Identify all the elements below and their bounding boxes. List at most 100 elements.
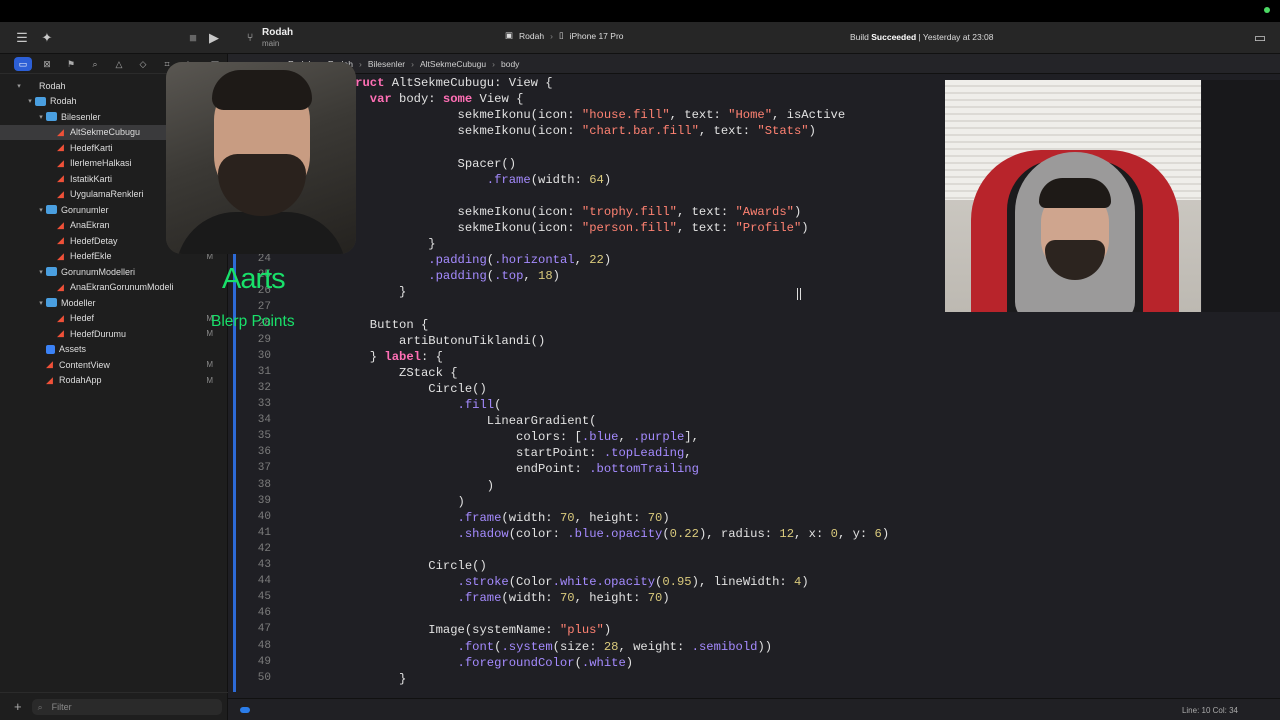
run-destination-device[interactable]: iPhone 17 Pro [570, 31, 624, 41]
navigator-item-label: AnaEkran [70, 220, 110, 231]
facecam-overlay [166, 62, 356, 254]
run-destination-app[interactable]: Rodah [519, 31, 544, 41]
code-line: 49 .foregroundColor(.white) [228, 656, 1280, 672]
jump-bar-item[interactable]: body [501, 59, 519, 69]
disclosure-triangle-icon[interactable]: ▾ [25, 97, 35, 105]
inspector-toggle-icon[interactable]: ▭ [1250, 28, 1270, 48]
code-line: 31 ZStack { [228, 366, 1280, 382]
code-line: 48 .font(.system(size: 28, weight: .semi… [228, 640, 1280, 656]
code-text[interactable]: LinearGradient( [282, 414, 597, 428]
code-text[interactable]: .padding(.horizontal, 22) [282, 253, 611, 267]
code-text[interactable]: } label: { [282, 350, 443, 364]
code-text[interactable]: ) [282, 479, 494, 493]
navigator-item[interactable]: ◢ Hedef M [0, 311, 227, 327]
code-text[interactable]: startPoint: .topLeading, [282, 446, 692, 460]
code-text[interactable]: .shadow(color: .blue.opacity(0.22), radi… [282, 527, 890, 541]
code-text[interactable]: sekmeIkonu(icon: "trophy.fill", text: "A… [282, 205, 802, 219]
code-text[interactable]: endPoint: .bottomTrailing [282, 462, 699, 476]
build-status-prefix: Build [850, 32, 872, 42]
navigator-item-label: RodahApp [59, 375, 102, 386]
code-line: 34 LinearGradient( [228, 414, 1280, 430]
code-text[interactable]: sekmeIkonu(icon: "person.fill", text: "P… [282, 221, 809, 235]
editor-minimap-area [1202, 80, 1280, 312]
editor-status-bar: Line: 10 Col: 34 [228, 698, 1280, 720]
folder-icon [46, 112, 57, 122]
navigator-item[interactable]: ◢ HedefDurumu M [0, 326, 227, 342]
add-file-icon[interactable]: + [14, 699, 22, 714]
code-line: 47 Image(systemName: "plus") [228, 623, 1280, 639]
disclosure-triangle-icon[interactable]: ▾ [14, 82, 24, 90]
code-text[interactable]: .foregroundColor(.white) [282, 656, 634, 670]
line-number: 43 [257, 559, 271, 571]
sidebar-toggle-icon[interactable]: ☰ [12, 28, 32, 48]
chevron-right-icon: › [358, 58, 362, 69]
line-number: 46 [257, 607, 271, 620]
code-text[interactable]: Circle() [282, 382, 487, 396]
code-text[interactable]: Image(systemName: "plus") [282, 623, 611, 637]
line-number: 49 [257, 655, 271, 668]
code-text[interactable]: artiButonuTiklandi() [282, 334, 545, 348]
code-text[interactable]: sekmeIkonu(icon: "house.fill", text: "Ho… [282, 108, 846, 122]
code-text[interactable]: .stroke(Color.white.opacity(0.95), lineW… [282, 575, 809, 589]
navigator-item-label: IstatikKarti [70, 173, 113, 184]
code-text[interactable]: colors: [.blue, .purple], [282, 430, 699, 444]
code-text[interactable]: .padding(.top, 18) [282, 269, 560, 283]
run-icon[interactable]: ▶ [204, 28, 224, 48]
navigator-item[interactable]: ◢ RodahApp M [0, 373, 227, 389]
issues-tab-icon[interactable]: △ [110, 57, 128, 71]
navigator-item-label: Modeller [61, 297, 96, 308]
line-number: 50 [257, 671, 271, 684]
chevron-right-icon: › [550, 30, 553, 41]
jump-bar-item[interactable]: Bilesenler [368, 59, 405, 69]
source-control-tab-icon[interactable]: ⊠ [38, 57, 56, 71]
code-text[interactable]: } [282, 672, 406, 686]
code-line: 28 Button { [228, 318, 1280, 334]
disclosure-triangle-icon[interactable]: ▾ [36, 113, 46, 121]
navigator-item[interactable]: ▾ Modeller [0, 295, 227, 311]
code-text[interactable]: } [282, 285, 406, 299]
jump-bar-item[interactable]: AltSekmeCubugu [420, 59, 486, 69]
code-text[interactable]: Circle() [282, 559, 487, 573]
folder-icon [46, 267, 57, 277]
menu-bar [0, 0, 1280, 22]
code-text[interactable]: ) [282, 495, 465, 509]
code-line: 41 .shadow(color: .blue.opacity(0.22), r… [228, 527, 1280, 543]
filter-input[interactable]: ⌕ Filter [31, 698, 222, 715]
text-cursor-icon [797, 288, 801, 300]
navigator-item[interactable]: ▾ GorunumModelleri [0, 264, 227, 280]
code-text[interactable]: ZStack { [282, 366, 458, 380]
webcam-overlay [945, 80, 1201, 312]
code-text[interactable]: Button { [282, 318, 429, 332]
navigator-item-label: Rodah [39, 80, 66, 91]
navigator-item[interactable]: ◢ AnaEkranGorunumModeli [0, 280, 227, 296]
navigator-item[interactable]: Assets [0, 342, 227, 358]
code-line: 40 .frame(width: 70, height: 70) [228, 511, 1280, 527]
navigator-item-label: Bilesenler [61, 111, 101, 122]
branch-icon: ⑂ [246, 32, 254, 44]
code-line: 42 [228, 543, 1280, 559]
stop-icon[interactable]: ■ [183, 28, 203, 48]
xcode-toolbar: ☰ ✦ ■ ▶ ⑂ Rodah main ▣ Rodah › ▯ iPhone … [0, 22, 1280, 54]
search-tab-icon[interactable]: ⌕ [86, 57, 104, 71]
disclosure-triangle-icon[interactable]: ▾ [36, 206, 46, 214]
disclosure-triangle-icon[interactable]: ▾ [36, 299, 46, 307]
disclosure-triangle-icon[interactable]: ▾ [36, 268, 46, 276]
swift-file-icon: ◢ [57, 281, 64, 292]
run-destination[interactable]: ▣ Rodah › ▯ iPhone 17 Pro [505, 30, 624, 41]
scheme-name[interactable]: Rodah [262, 27, 293, 38]
code-line: 46 [228, 607, 1280, 623]
code-text[interactable]: .frame(width: 70, height: 70) [282, 511, 670, 525]
code-line: 39 ) [228, 495, 1280, 511]
tests-tab-icon[interactable]: ◇ [134, 57, 152, 71]
navigator-item[interactable]: ◢ ContentView M [0, 357, 227, 373]
code-text[interactable]: .font(.system(size: 28, weight: .semibol… [282, 640, 773, 654]
code-text[interactable]: .fill( [282, 398, 502, 412]
line-number: 29 [257, 333, 271, 346]
sparkle-icon[interactable]: ✦ [37, 28, 57, 48]
code-text[interactable]: sekmeIkonu(icon: "chart.bar.fill", text:… [282, 124, 816, 138]
project-navigator-tab-icon[interactable]: ▭ [14, 56, 32, 71]
code-line: 50 } [228, 672, 1280, 688]
code-text[interactable]: .frame(width: 70, height: 70) [282, 591, 670, 605]
bookmark-tab-icon[interactable]: ⚑ [62, 57, 80, 71]
filter-placeholder: Filter [51, 701, 72, 712]
